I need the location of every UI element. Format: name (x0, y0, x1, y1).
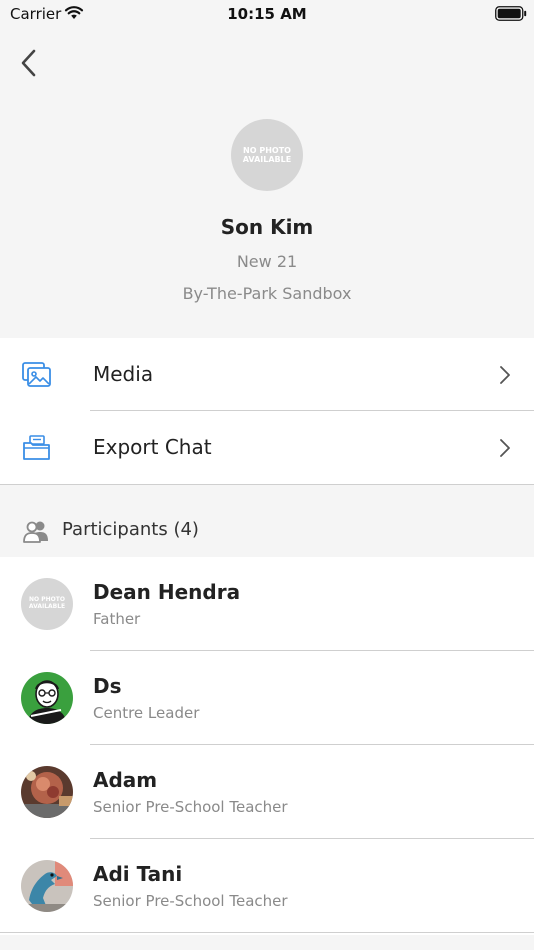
chat-options-menu: Media Export Chat (0, 338, 534, 485)
people-icon (23, 521, 48, 543)
media-label: Media (93, 362, 154, 386)
participant-row[interactable]: NO PHOTO AVAILABLE Dean Hendra Father (0, 557, 534, 651)
back-button[interactable] (16, 46, 44, 80)
participant-row[interactable]: Adam Senior Pre-School Teacher (0, 745, 534, 839)
participants-count-label: Participants (4) (62, 519, 199, 540)
status-time: 10:15 AM (227, 5, 307, 23)
export-folder-icon (23, 435, 50, 460)
chevron-left-icon (21, 49, 36, 77)
profile-avatar: NO PHOTO AVAILABLE (231, 119, 303, 191)
participant-role: Senior Pre-School Teacher (93, 892, 288, 910)
participant-name: Adi Tani (93, 862, 183, 886)
participant-role: Centre Leader (93, 704, 200, 722)
photo-icon (21, 766, 73, 818)
media-row[interactable]: Media (0, 338, 534, 411)
dinosaur-toy-photo-icon (21, 860, 73, 912)
profile-name: Son Kim (220, 215, 314, 239)
export-chat-row[interactable]: Export Chat (0, 411, 534, 484)
no-photo-text: NO PHOTO (243, 145, 291, 155)
battery-icon (495, 6, 527, 21)
divider (0, 932, 534, 933)
avatar (21, 766, 73, 818)
participant-name: Adam (93, 768, 158, 792)
participant-role: Senior Pre-School Teacher (93, 798, 288, 816)
image-gallery-icon (22, 362, 51, 387)
chevron-right-icon (500, 439, 510, 457)
avatar (21, 860, 73, 912)
participant-row[interactable]: Ds Centre Leader (0, 651, 534, 745)
status-bar: Carrier 10:15 AM (0, 0, 534, 28)
participant-name: Ds (93, 674, 122, 698)
avatar (21, 672, 73, 724)
participant-row[interactable]: Adi Tani Senior Pre-School Teacher (0, 839, 534, 933)
participant-name: Dean Hendra (93, 580, 241, 604)
chevron-right-icon (500, 366, 510, 384)
no-photo-text: AVAILABLE (242, 155, 292, 164)
cartoon-portrait-icon (21, 672, 73, 724)
participants-header: Participants (4) (0, 485, 534, 557)
avatar: NO PHOTO AVAILABLE (21, 578, 73, 630)
participants-list: NO PHOTO AVAILABLE Dean Hendra Father Ds… (0, 557, 534, 935)
profile-class: New 21 (236, 252, 298, 271)
participant-role: Father (93, 610, 141, 628)
export-chat-label: Export Chat (93, 435, 212, 459)
profile-centre: By-The-Park Sandbox (182, 284, 352, 303)
no-photo-text: AVAILABLE (28, 603, 66, 610)
